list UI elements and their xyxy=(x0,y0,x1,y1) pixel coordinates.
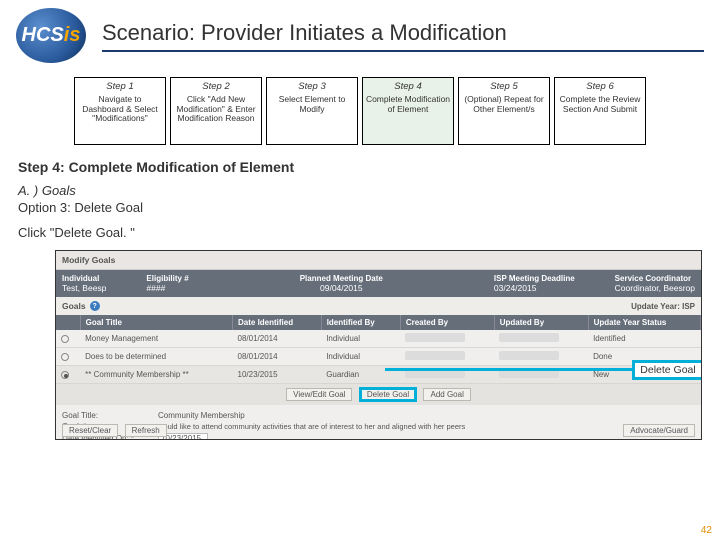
context-banner: IndividualTest, Beesp Eligibility ##### … xyxy=(56,270,701,297)
step-4: Step 4Complete Modification of Element xyxy=(362,77,454,145)
instruction: Click "Delete Goal. " xyxy=(18,225,702,240)
action-bar: View/Edit Goal Delete Goal Add Goal xyxy=(56,384,701,405)
sub-a: A. ) Goals xyxy=(18,183,702,198)
page-title: Scenario: Provider Initiates a Modificat… xyxy=(102,20,704,46)
page-number: 42 xyxy=(701,525,712,536)
row-radio[interactable] xyxy=(61,335,69,343)
goals-table: Goal TitleDate IdentifiedIdentified ByCr… xyxy=(56,315,701,384)
column-header xyxy=(56,315,80,330)
advocate-button[interactable]: Advocate/Guard xyxy=(623,424,695,437)
option-text: Option 3: Delete Goal xyxy=(18,200,702,215)
column-header: Date Identified xyxy=(233,315,322,330)
table-row[interactable]: Does to be determined08/01/2014Individua… xyxy=(56,348,701,366)
delete-goal-callout: Delete Goal xyxy=(632,360,702,380)
section-heading: Step 4: Complete Modification of Element xyxy=(18,159,702,175)
embedded-screenshot: Modify Goals IndividualTest, Beesp Eligi… xyxy=(55,250,702,440)
column-header: Identified By xyxy=(321,315,400,330)
logo: HCSis xyxy=(16,8,86,63)
goals-label: Goals? xyxy=(56,297,106,315)
callout-connector xyxy=(385,368,635,371)
step-5: Step 5(Optional) Repeat for Other Elemen… xyxy=(458,77,550,145)
column-header: Updated By xyxy=(494,315,588,330)
step-3: Step 3Select Element to Modify xyxy=(266,77,358,145)
column-header: Created By xyxy=(400,315,494,330)
refresh-button[interactable]: Refresh xyxy=(125,424,167,437)
step-1: Step 1Navigate to Dashboard & Select "Mo… xyxy=(74,77,166,145)
delete-goal-button[interactable]: Delete Goal xyxy=(359,387,417,402)
window-title: Modify Goals xyxy=(56,251,701,270)
reset-button[interactable]: Reset/Clear xyxy=(62,424,118,437)
table-row[interactable]: Money Management08/01/2014IndividualIden… xyxy=(56,330,701,348)
row-radio[interactable] xyxy=(61,371,69,379)
add-goal-button[interactable]: Add Goal xyxy=(423,388,470,401)
step-bar: Step 1Navigate to Dashboard & Select "Mo… xyxy=(20,77,700,145)
help-icon[interactable]: ? xyxy=(90,301,100,311)
column-header: Update Year Status xyxy=(588,315,700,330)
update-year: Update Year: ISP xyxy=(631,302,701,311)
step-2: Step 2Click "Add New Modification" & Ent… xyxy=(170,77,262,145)
view-edit-goal-button[interactable]: View/Edit Goal xyxy=(286,388,352,401)
row-radio[interactable] xyxy=(61,353,69,361)
column-header: Goal Title xyxy=(80,315,232,330)
step-6: Step 6Complete the Review Section And Su… xyxy=(554,77,646,145)
